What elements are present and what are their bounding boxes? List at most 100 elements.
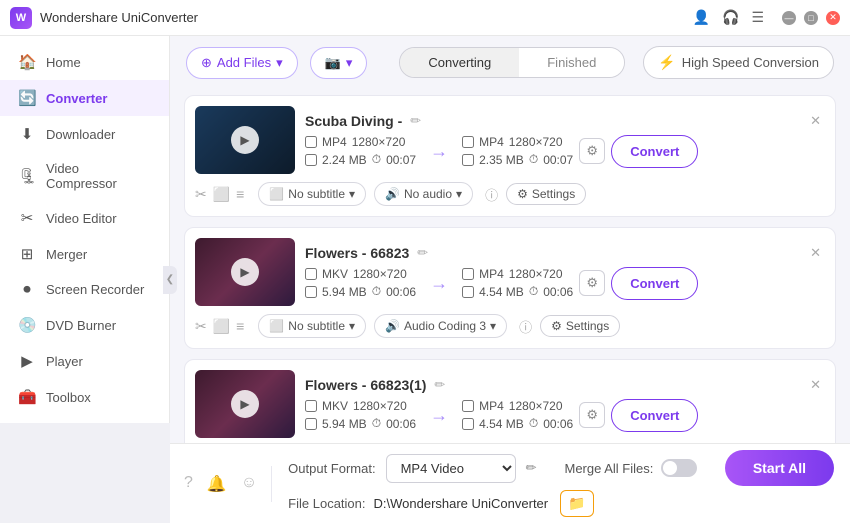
maximize-button[interactable]: □: [804, 11, 818, 25]
sidebar-item-player[interactable]: ▶ Player: [0, 343, 169, 379]
sidebar-item-dvd-burner[interactable]: 💿 DVD Burner: [0, 307, 169, 343]
sidebar-label-recorder: Screen Recorder: [46, 282, 144, 297]
dst-size-check-3[interactable]: [462, 418, 474, 430]
compressor-icon: 🗜: [18, 167, 36, 185]
hamburger-icon[interactable]: ☰: [751, 9, 764, 26]
convert-button-3[interactable]: Convert: [611, 399, 698, 432]
dst-dur-3: ⏱: [529, 416, 538, 431]
sidebar-item-merger[interactable]: ⊞ Merger: [0, 236, 169, 272]
convert-button-2[interactable]: Convert: [611, 267, 698, 300]
edit-icon-3[interactable]: ✏: [434, 377, 445, 393]
settings-button-1[interactable]: ⚙ Settings: [506, 183, 586, 205]
thumbnail-1: ▶: [195, 106, 295, 174]
subtitle-label-2: No subtitle: [288, 319, 345, 333]
sidebar-label-toolbox: Toolbox: [46, 390, 91, 405]
sidebar-label-home: Home: [46, 55, 81, 70]
subtitle-selector-1[interactable]: ⬜ No subtitle ▾: [258, 182, 366, 206]
conv-info-3: Flowers - 66823(1) ✏ ✕ MKV 1280×720: [305, 377, 825, 432]
src-format-row-1: MP4 1280×720: [305, 135, 416, 149]
close-item-1[interactable]: ✕: [806, 113, 825, 129]
scissors-icon-2[interactable]: ✂: [195, 318, 207, 335]
src-size-check-2[interactable]: [305, 286, 317, 298]
audio-selector-2[interactable]: 🔊 Audio Coding 3 ▾: [374, 314, 507, 338]
src-res-2: 1280×720: [353, 267, 407, 281]
bell-icon[interactable]: 🔔: [207, 474, 227, 494]
dst-format-check-3[interactable]: [462, 400, 474, 412]
subtitle-selector-2[interactable]: ⬜ No subtitle ▾: [258, 314, 366, 338]
titlebar-left: W Wondershare UniConverter: [10, 7, 198, 29]
close-item-2[interactable]: ✕: [806, 245, 825, 261]
tab-converting[interactable]: Converting: [400, 48, 519, 77]
sidebar-collapse-button[interactable]: ❮: [163, 266, 177, 294]
src-size-check-1[interactable]: [305, 154, 317, 166]
effects-icon-1[interactable]: ≡: [236, 186, 244, 203]
edit-icon-1[interactable]: ✏: [410, 113, 421, 129]
src-format-check-3[interactable]: [305, 400, 317, 412]
close-item-3[interactable]: ✕: [806, 377, 825, 393]
merge-toggle-switch[interactable]: [661, 459, 697, 477]
effects-icon-2[interactable]: ≡: [236, 318, 244, 335]
sidebar-item-converter[interactable]: 🔄 Converter: [0, 80, 169, 116]
thumb-overlay-1: ▶: [195, 106, 295, 174]
camcorder-dropdown-icon: ▾: [346, 55, 353, 71]
src-size-check-3[interactable]: [305, 418, 317, 430]
settings-button-2[interactable]: ⚙ Settings: [540, 315, 620, 337]
src-dur-val-2: 00:06: [386, 285, 416, 299]
src-format-check-1[interactable]: [305, 136, 317, 148]
output-format-select[interactable]: MP4 Video: [386, 454, 516, 483]
add-camcorder-button[interactable]: 📷 ▾: [310, 47, 368, 79]
dst-size-check-1[interactable]: [462, 154, 474, 166]
sidebar-item-downloader[interactable]: ⬇ Downloader: [0, 116, 169, 152]
config-icon-1[interactable]: ⚙: [579, 138, 605, 164]
sidebar-item-toolbox[interactable]: 🧰 Toolbox: [0, 379, 169, 415]
window-controls: — □ ✕: [782, 11, 840, 25]
sidebar-label-player: Player: [46, 354, 83, 369]
info-icon-1[interactable]: ⓘ: [485, 185, 498, 204]
edit-format-icon[interactable]: ✏: [526, 460, 537, 476]
src-format-check-2[interactable]: [305, 268, 317, 280]
start-all-button[interactable]: Start All: [725, 450, 834, 486]
sidebar-item-screen-recorder[interactable]: ⏺ Screen Recorder: [0, 272, 169, 307]
config-icon-2[interactable]: ⚙: [579, 270, 605, 296]
info-icon-2[interactable]: ⓘ: [519, 317, 532, 336]
headset-icon[interactable]: 🎧: [722, 9, 739, 26]
minimize-button[interactable]: —: [782, 11, 796, 25]
convert-button-1[interactable]: Convert: [611, 135, 698, 168]
sidebar-item-home[interactable]: 🏠 Home: [0, 44, 169, 80]
dst-size-check-2[interactable]: [462, 286, 474, 298]
src-format-box-2: MKV 1280×720 5.94 MB ⏱ 00:06: [305, 267, 416, 299]
user-icon[interactable]: 👤: [693, 9, 710, 26]
editor-icon: ✂: [18, 209, 36, 227]
play-button-1[interactable]: ▶: [231, 126, 259, 154]
dst-format-box-1: MP4 1280×720 2.35 MB ⏱ 00:07: [462, 135, 573, 167]
tab-finished[interactable]: Finished: [519, 48, 624, 77]
folder-browse-button[interactable]: 📁: [560, 490, 593, 517]
dst-format-check-1[interactable]: [462, 136, 474, 148]
settings-label-2: Settings: [566, 319, 609, 333]
add-dropdown-icon: ▾: [276, 55, 283, 71]
src-format-2: MKV: [322, 267, 348, 281]
items-container: ▶ Scuba Diving - ✏ ✕: [170, 89, 850, 443]
dst-format-3: MP4: [479, 399, 504, 413]
audio-label-1: No audio: [404, 187, 452, 201]
conversion-item-3: ▶ Flowers - 66823(1) ✏ ✕: [184, 359, 836, 443]
dst-format-1: MP4: [479, 135, 504, 149]
sidebar-item-video-editor[interactable]: ✂ Video Editor: [0, 200, 169, 236]
edit-icon-2[interactable]: ✏: [417, 245, 428, 261]
smiley-icon[interactable]: ☺: [241, 474, 257, 494]
dst-format-check-2[interactable]: [462, 268, 474, 280]
add-files-button[interactable]: ⊕ Add Files ▾: [186, 47, 298, 79]
crop-icon-2[interactable]: ⬜: [213, 318, 230, 335]
conv-item-top-1: ▶ Scuba Diving - ✏ ✕: [195, 106, 825, 174]
speed-conversion-button[interactable]: ⚡ High Speed Conversion: [643, 46, 834, 79]
audio-selector-1[interactable]: 🔊 No audio ▾: [374, 182, 473, 206]
crop-icon-1[interactable]: ⬜: [213, 186, 230, 203]
play-button-3[interactable]: ▶: [231, 390, 259, 418]
play-button-2[interactable]: ▶: [231, 258, 259, 286]
config-icon-3[interactable]: ⚙: [579, 402, 605, 428]
sidebar-item-video-compressor[interactable]: 🗜 Video Compressor: [0, 152, 169, 200]
scissors-icon-1[interactable]: ✂: [195, 186, 207, 203]
main-layout: 🏠 Home 🔄 Converter ⬇ Downloader 🗜 Video …: [0, 36, 850, 523]
close-button[interactable]: ✕: [826, 11, 840, 25]
help-icon[interactable]: ?: [184, 474, 193, 494]
